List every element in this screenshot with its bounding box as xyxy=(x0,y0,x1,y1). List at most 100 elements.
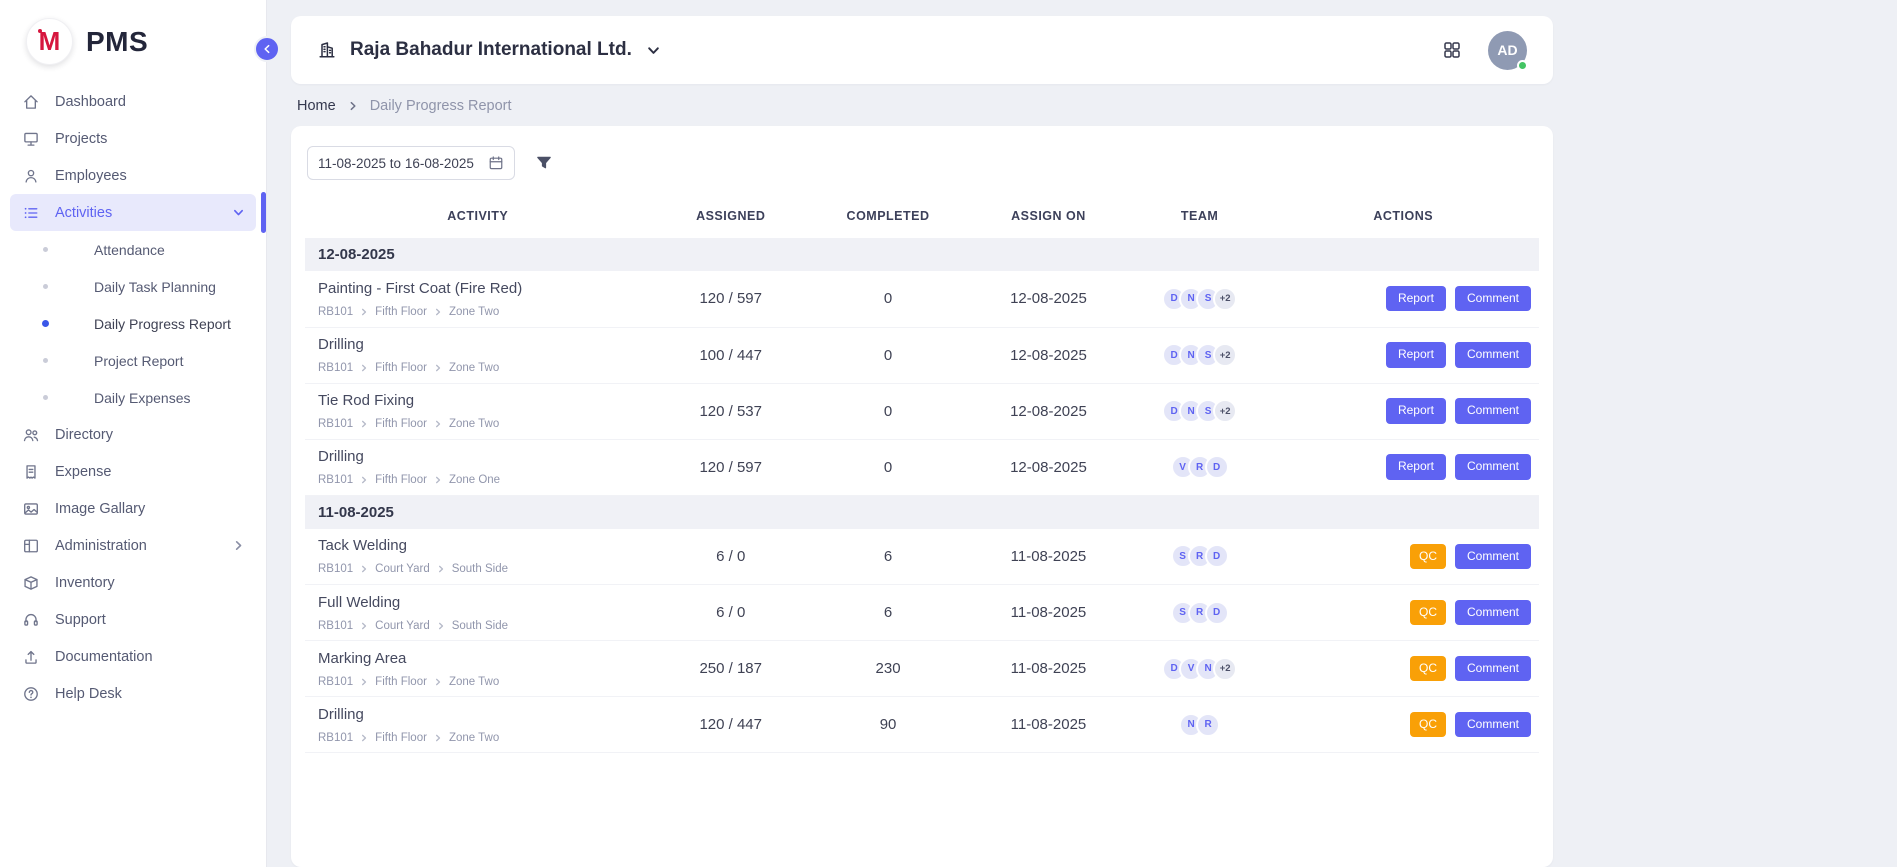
path-segment: Fifth Floor xyxy=(375,474,427,486)
activity-name: Marking Area xyxy=(318,650,645,667)
qc-button[interactable]: QC xyxy=(1410,544,1446,569)
sidebar-item-label: Dashboard xyxy=(55,94,126,110)
path-segment: RB101 xyxy=(318,676,353,688)
company-selector[interactable]: Raja Bahadur International Ltd. xyxy=(317,39,660,61)
main-content: Raja Bahadur International Ltd. AD Home … xyxy=(267,0,1897,867)
path-segment: Zone Two xyxy=(449,418,499,430)
comment-button[interactable]: Comment xyxy=(1455,600,1531,625)
comment-button[interactable]: Comment xyxy=(1455,712,1531,737)
sidebar-subitem-daily-task-planning[interactable]: Daily Task Planning xyxy=(10,268,256,305)
team-extra-count: +2 xyxy=(1213,657,1237,681)
column-header: ASSIGN ON xyxy=(965,196,1132,238)
team-avatars: DNS+2 xyxy=(1138,287,1262,311)
report-table-body: 12-08-2025Painting - First Coat (Fire Re… xyxy=(305,238,1539,753)
sidebar-item-administration[interactable]: Administration xyxy=(10,527,256,564)
comment-button[interactable]: Comment xyxy=(1455,544,1531,569)
completed-cell: 230 xyxy=(811,641,965,697)
team-avatars: DNS+2 xyxy=(1138,399,1262,423)
sidebar-item-label: Projects xyxy=(55,131,107,147)
team-avatars: DNS+2 xyxy=(1138,343,1262,367)
activity-row: Marking Area RB101Fifth FloorZone Two 250 … xyxy=(305,641,1539,697)
sidebar-item-dashboard[interactable]: Dashboard xyxy=(10,83,256,120)
activity-name: Drilling xyxy=(318,336,645,353)
submenu-item-label: Project Report xyxy=(94,353,183,369)
breadcrumb-home[interactable]: Home xyxy=(297,98,336,114)
sidebar-item-activities[interactable]: Activities xyxy=(10,194,256,231)
sidebar-subitem-attendance[interactable]: Attendance xyxy=(10,231,256,268)
path-segment: Zone Two xyxy=(449,732,499,744)
comment-button[interactable]: Comment xyxy=(1455,286,1531,311)
user-avatar[interactable]: AD xyxy=(1488,31,1527,70)
report-button[interactable]: Report xyxy=(1386,454,1446,479)
date-group-header: 12-08-2025 xyxy=(305,238,1539,271)
team-avatars: SRD xyxy=(1138,601,1262,625)
documentation-icon xyxy=(22,648,40,666)
assigned-cell: 100 / 447 xyxy=(651,327,811,383)
activity-row: DrillingRB101Fifth FloorZone Two100 / 44… xyxy=(305,327,1539,383)
directory-icon xyxy=(22,426,40,444)
sidebar-item-documentation[interactable]: Documentation xyxy=(10,638,256,675)
sidebar-item-directory[interactable]: Directory xyxy=(10,416,256,453)
comment-button[interactable]: Comment xyxy=(1455,342,1531,367)
date-range-input[interactable]: 11-08-2025 to 16-08-2025 xyxy=(307,146,515,180)
path-segment: Zone Two xyxy=(449,362,499,374)
assign-on-cell: 12-08-2025 xyxy=(965,439,1132,495)
report-card: 11-08-2025 to 16-08-2025 ACTIVITYASSIGNE… xyxy=(291,126,1553,867)
sidebar-item-employees[interactable]: Employees xyxy=(10,157,256,194)
report-button[interactable]: Report xyxy=(1386,286,1446,311)
sidebar-item-inventory[interactable]: Inventory xyxy=(10,564,256,601)
activity-row: DrillingRB101Fifth FloorZone Two120 / 44… xyxy=(305,697,1539,753)
sidebar-item-image-gallary[interactable]: Image Gallary xyxy=(10,490,256,527)
assign-on-cell: 11-08-2025 xyxy=(965,529,1132,585)
team-extra-count: +2 xyxy=(1213,399,1237,423)
sidebar: M PMS Dashboard Projects EmployeesActiviti… xyxy=(0,0,267,867)
sidebar-item-label: Inventory xyxy=(55,575,115,591)
chevron-right-icon xyxy=(434,734,442,742)
sidebar-item-label: Help Desk xyxy=(55,686,122,702)
path-segment: Zone One xyxy=(449,474,500,486)
avatar-initials: AD xyxy=(1497,42,1517,58)
filter-icon[interactable] xyxy=(535,154,553,172)
chevron-down-icon xyxy=(647,44,660,57)
comment-button[interactable]: Comment xyxy=(1455,454,1531,479)
online-status-dot xyxy=(1517,60,1528,71)
comment-button[interactable]: Comment xyxy=(1455,656,1531,681)
sidebar-item-label: Administration xyxy=(55,538,147,554)
sidebar-item-help-desk[interactable]: Help Desk xyxy=(10,675,256,712)
path-segment: RB101 xyxy=(318,474,353,486)
completed-cell: 0 xyxy=(811,271,965,327)
team-extra-count: +2 xyxy=(1213,287,1237,311)
logo-letter: M xyxy=(39,26,61,57)
qc-button[interactable]: QC xyxy=(1410,712,1446,737)
report-button[interactable]: Report xyxy=(1386,342,1446,367)
sidebar-subitem-daily-expenses[interactable]: Daily Expenses xyxy=(10,379,256,416)
inventory-icon xyxy=(22,574,40,592)
apps-grid-icon[interactable] xyxy=(1442,40,1462,60)
assigned-cell: 6 / 0 xyxy=(651,529,811,585)
comment-button[interactable]: Comment xyxy=(1455,398,1531,423)
sidebar-subitem-project-report[interactable]: Project Report xyxy=(10,342,256,379)
activity-location-path: RB101Fifth FloorZone Two xyxy=(318,676,645,688)
column-header: COMPLETED xyxy=(811,196,965,238)
qc-button[interactable]: QC xyxy=(1410,656,1446,681)
sidebar-item-expense[interactable]: Expense xyxy=(10,453,256,490)
assign-on-cell: 11-08-2025 xyxy=(965,697,1132,753)
row-actions: QC Comment xyxy=(1273,712,1533,737)
sidebar-subitem-daily-progress-report[interactable]: Daily Progress Report xyxy=(10,305,256,342)
qc-button[interactable]: QC xyxy=(1410,600,1446,625)
row-actions: Report Comment xyxy=(1273,398,1533,423)
report-button[interactable]: Report xyxy=(1386,398,1446,423)
chevron-right-icon xyxy=(348,101,358,111)
path-segment: RB101 xyxy=(318,620,353,632)
assigned-cell: 250 / 187 xyxy=(651,641,811,697)
image-icon xyxy=(22,500,40,518)
chevron-left-icon xyxy=(262,44,272,54)
sidebar-item-projects[interactable]: Projects xyxy=(10,120,256,157)
app-logo[interactable]: M PMS xyxy=(0,0,266,79)
calendar-icon xyxy=(488,155,504,171)
sidebar-item-support[interactable]: Support xyxy=(10,601,256,638)
row-actions: QC Comment xyxy=(1273,600,1533,625)
sidebar-collapse-button[interactable] xyxy=(254,36,280,62)
sidebar-item-label: Support xyxy=(55,612,106,628)
completed-cell: 6 xyxy=(811,529,965,585)
